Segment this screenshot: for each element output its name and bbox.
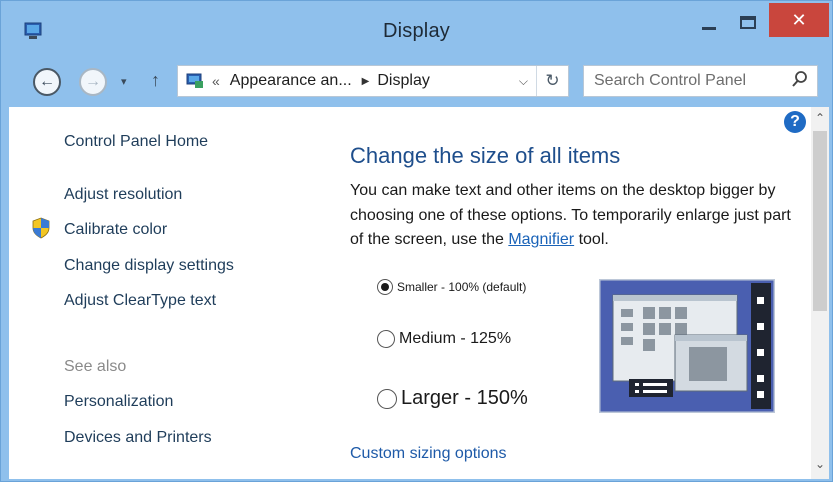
option-smaller[interactable]: Smaller - 100% (default) <box>377 279 526 295</box>
shield-icon <box>32 217 50 239</box>
breadcrumb-display[interactable]: Display <box>377 72 429 90</box>
forward-button[interactable]: → <box>79 68 107 96</box>
maximize-icon <box>740 15 756 29</box>
description-after: tool. <box>574 231 609 248</box>
scroll-up-icon[interactable]: ⌃ <box>811 109 829 127</box>
devices-and-printers-link[interactable]: Devices and Printers <box>64 429 212 447</box>
option-larger-label: Larger - 150% <box>401 387 528 409</box>
recent-locations-button[interactable]: ▾ <box>121 75 127 88</box>
refresh-button[interactable]: ↻ <box>536 66 568 96</box>
radio-larger[interactable] <box>377 388 397 409</box>
scroll-thumb[interactable] <box>813 131 827 311</box>
close-icon: ✕ <box>791 9 807 30</box>
calibrate-color-link[interactable]: Calibrate color <box>64 221 167 239</box>
minimize-icon <box>702 26 716 30</box>
address-overflow-chevron[interactable]: « <box>212 73 220 89</box>
title-bar[interactable]: Display ✕ <box>1 1 832 59</box>
vertical-scrollbar[interactable]: ⌃ ⌄ <box>811 107 829 479</box>
maximize-button[interactable] <box>729 7 767 37</box>
search-box[interactable]: Search Control Panel <box>583 65 818 97</box>
address-bar[interactable]: « Appearance an... ▶ Display ⌵ ↻ <box>177 65 569 97</box>
display-preview-image <box>599 279 775 413</box>
refresh-icon: ↻ <box>545 71 560 90</box>
adjust-resolution-link[interactable]: Adjust resolution <box>64 186 182 204</box>
content-pane: Control Panel Home Adjust resolution Cal… <box>9 107 829 479</box>
up-button[interactable]: ↑ <box>151 70 160 91</box>
close-button[interactable]: ✕ <box>769 3 829 37</box>
change-display-settings-link[interactable]: Change display settings <box>64 257 234 275</box>
adjust-cleartype-link[interactable]: Adjust ClearType text <box>64 292 216 310</box>
back-arrow-icon: ← <box>39 73 55 90</box>
option-medium[interactable]: Medium - 125% <box>377 330 511 348</box>
scroll-down-icon[interactable]: ⌄ <box>811 455 829 473</box>
breadcrumb-appearance[interactable]: Appearance an... <box>230 72 352 90</box>
display-window: Display ✕ ← → ▾ ↑ « Appearance an... ▶ D… <box>0 0 833 482</box>
breadcrumb-separator-icon[interactable]: ▶ <box>362 76 370 87</box>
page-title: Change the size of all items <box>350 143 621 168</box>
personalization-link[interactable]: Personalization <box>64 393 173 411</box>
navigation-bar: ← → ▾ ↑ « Appearance an... ▶ Display ⌵ ↻… <box>1 59 832 107</box>
magnifier-link[interactable]: Magnifier <box>508 231 574 248</box>
search-icon[interactable] <box>791 70 809 90</box>
help-icon[interactable]: ? <box>784 111 806 133</box>
back-button[interactable]: ← <box>33 68 61 96</box>
radio-smaller[interactable] <box>377 279 393 295</box>
radio-medium[interactable] <box>377 330 395 348</box>
option-smaller-label: Smaller - 100% (default) <box>397 280 527 294</box>
forward-arrow-icon: → <box>85 73 101 90</box>
control-panel-home-link[interactable]: Control Panel Home <box>64 133 208 151</box>
control-panel-icon <box>186 73 203 88</box>
custom-sizing-options-link[interactable]: Custom sizing options <box>350 445 507 463</box>
address-dropdown-icon[interactable]: ⌵ <box>519 74 528 89</box>
description-text: You can make text and other items on the… <box>350 179 800 253</box>
search-input[interactable]: Search Control Panel <box>594 72 746 90</box>
minimize-button[interactable] <box>689 7 729 37</box>
option-larger[interactable]: Larger - 150% <box>377 387 528 410</box>
option-medium-label: Medium - 125% <box>399 330 512 347</box>
see-also-label: See also <box>64 358 127 375</box>
